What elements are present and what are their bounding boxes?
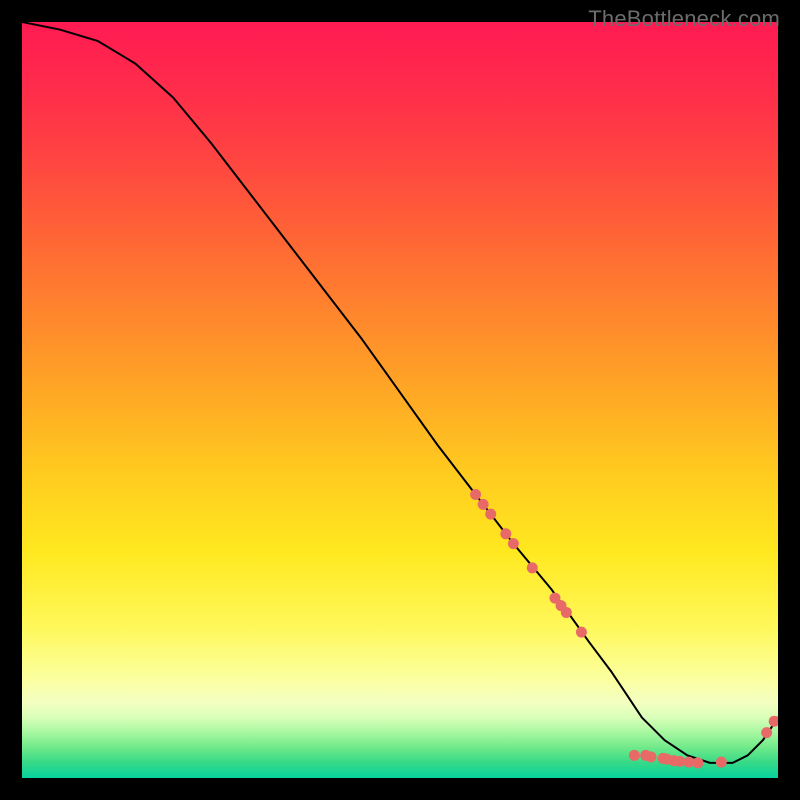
scatter-point: [500, 528, 511, 539]
scatter-point: [508, 538, 519, 549]
chart-overlay-svg: [22, 22, 778, 778]
scatter-point: [576, 627, 587, 638]
curve-layer: [22, 22, 778, 763]
scatter-point: [716, 757, 727, 768]
plot-area: [22, 22, 778, 778]
curve-path: [22, 22, 778, 763]
chart-stage: TheBottleneck.com: [0, 0, 800, 800]
scatter-point: [485, 509, 496, 520]
scatter-point: [561, 607, 572, 618]
scatter-point: [692, 757, 703, 768]
scatter-point: [645, 751, 656, 762]
scatter-layer: [470, 489, 778, 768]
scatter-point: [527, 562, 538, 573]
scatter-point: [478, 499, 489, 510]
scatter-point: [761, 727, 772, 738]
scatter-point: [769, 716, 778, 727]
scatter-point: [470, 489, 481, 500]
watermark-text: TheBottleneck.com: [588, 6, 780, 32]
scatter-point: [629, 750, 640, 761]
